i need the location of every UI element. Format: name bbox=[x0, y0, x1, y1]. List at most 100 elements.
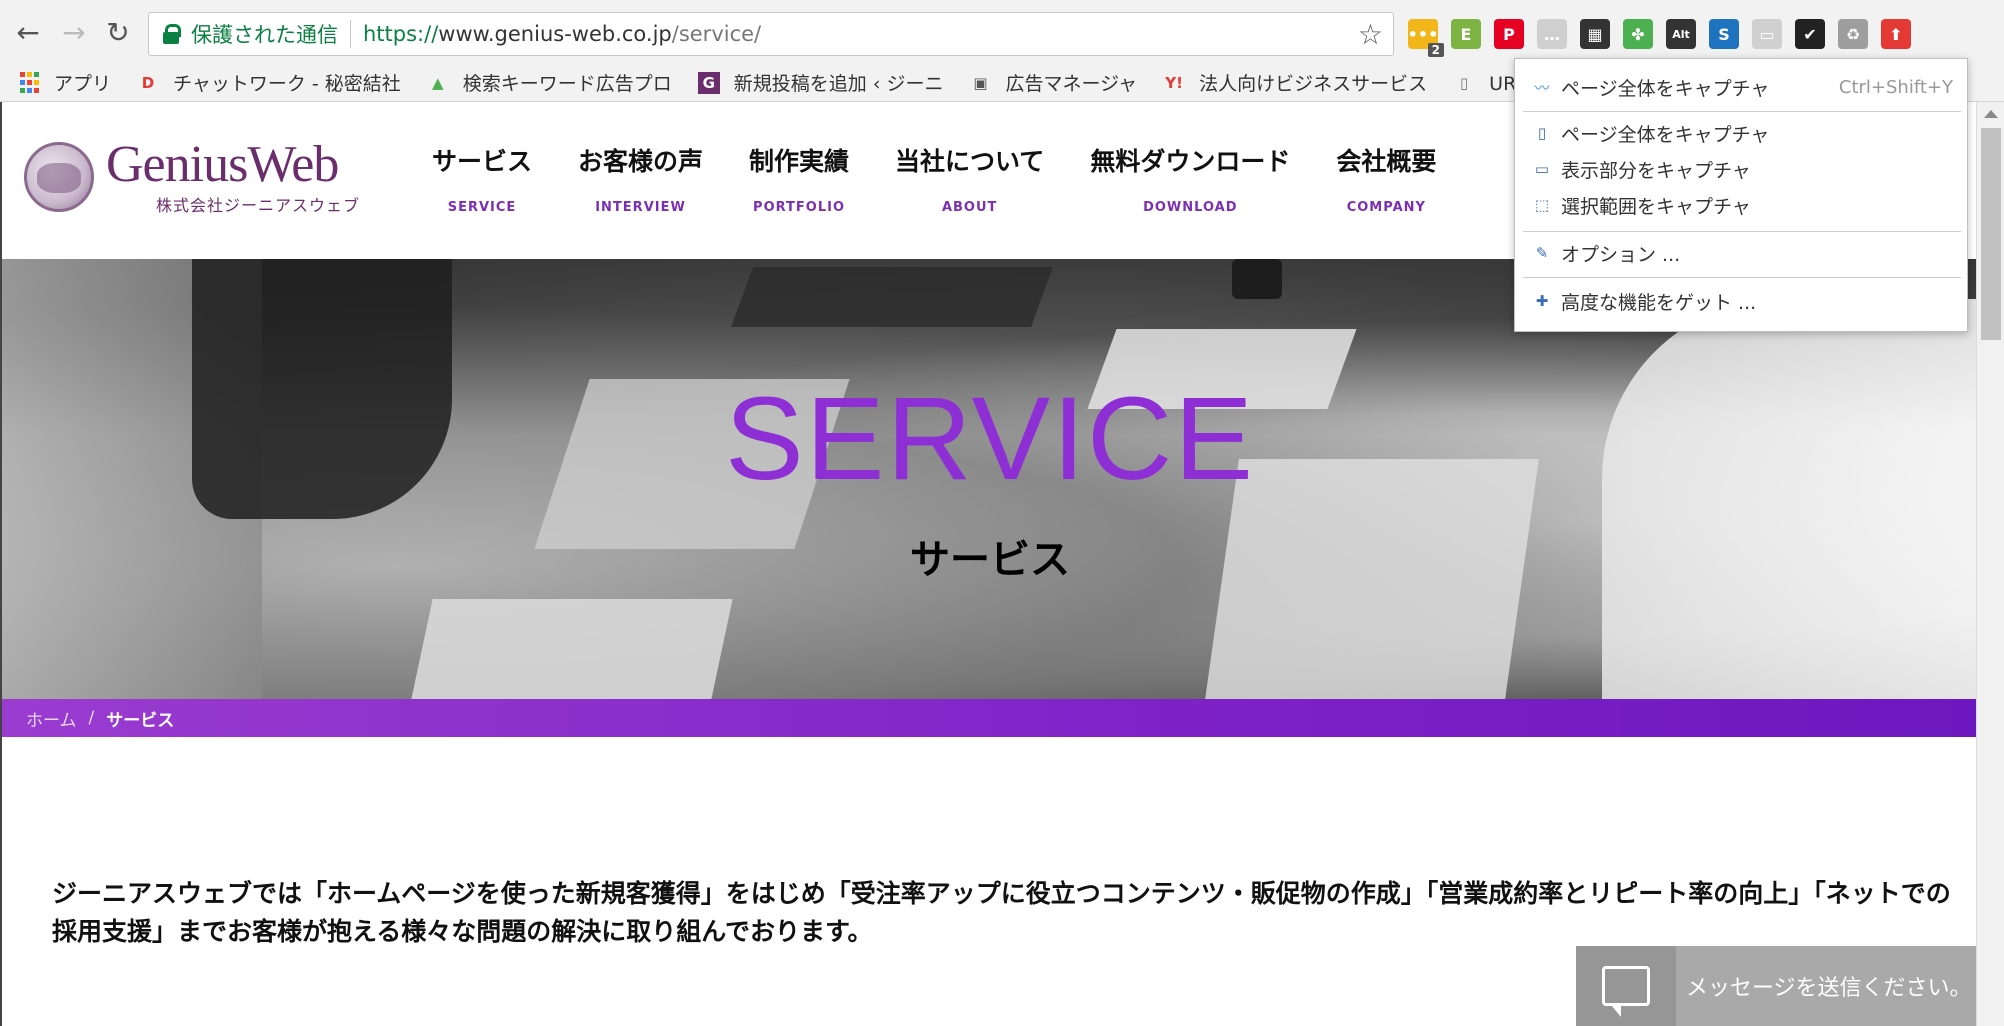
address-separator bbox=[350, 20, 351, 48]
nav-label-ja: 当社について bbox=[895, 147, 1045, 176]
ext-glyph: … bbox=[1544, 24, 1560, 44]
scroll-thumb[interactable] bbox=[1981, 128, 2001, 340]
menu-label: 表示部分をキャプチャ bbox=[1561, 159, 1751, 182]
ext-upload-icon[interactable]: ⬆ bbox=[1881, 19, 1911, 49]
hero-decor-person-right bbox=[1602, 299, 1976, 699]
nav-item-interview[interactable]: お客様の声 INTERVIEW bbox=[578, 142, 703, 215]
ads-icon: ▣ bbox=[973, 73, 988, 92]
ext-badge: 2 bbox=[1427, 43, 1444, 57]
ext-pinterest-icon[interactable]: P bbox=[1494, 19, 1524, 49]
g-icon: G bbox=[697, 71, 720, 94]
nav-item-download[interactable]: 無料ダウンロード DOWNLOAD bbox=[1090, 142, 1290, 215]
ext-glyph: ♻ bbox=[1845, 24, 1861, 44]
lock-icon bbox=[163, 24, 181, 44]
menu-separator bbox=[1523, 231, 1961, 232]
ext-qrcode-icon[interactable]: ▦ bbox=[1580, 19, 1610, 49]
ext-clover-icon[interactable]: ✤ bbox=[1623, 19, 1653, 49]
nav-item-company[interactable]: 会社概要 COMPANY bbox=[1336, 142, 1436, 215]
menu-label: ページ全体をキャプチャ bbox=[1561, 123, 1770, 146]
nav-item-service[interactable]: サービス SERVICE bbox=[432, 142, 532, 215]
ext-glyph: ⬆ bbox=[1889, 24, 1903, 44]
nav-label-en: INTERVIEW bbox=[595, 200, 686, 215]
menu-label: 高度な機能をゲット ... bbox=[1561, 291, 1757, 314]
chat-bubble-icon bbox=[1602, 966, 1650, 1017]
plus-icon: ✚ bbox=[1535, 292, 1549, 310]
menu-separator bbox=[1523, 111, 1961, 112]
url-scheme: https:// bbox=[363, 22, 439, 46]
nav-label-ja: 制作実績 bbox=[749, 147, 850, 176]
reload-button[interactable]: ↻ bbox=[100, 14, 136, 50]
menu-item-options[interactable]: ✎ オプション ... bbox=[1515, 235, 1967, 271]
ext-glyph: Alt bbox=[1672, 27, 1690, 41]
chat-label: メッセージを送信ください。 bbox=[1686, 976, 1972, 1001]
chat-widget[interactable]: メッセージを送信ください。 bbox=[1576, 946, 1976, 1026]
menu-separator bbox=[1523, 277, 1961, 278]
page-icon: ▯ bbox=[1537, 124, 1547, 142]
menu-item-capture-full[interactable]: ▯ ページ全体をキャプチャ bbox=[1515, 115, 1967, 151]
address-bar[interactable]: 保護された通信 https://www.genius-web.co.jp/ser… bbox=[148, 12, 1394, 56]
menu-label: 選択範囲をキャプチャ bbox=[1561, 195, 1751, 218]
ext-check-icon[interactable]: ✔ bbox=[1795, 19, 1825, 49]
ext-glyph: E bbox=[1460, 24, 1472, 44]
ext-recycle-icon[interactable]: ♻ bbox=[1838, 19, 1868, 49]
globe-logo-icon bbox=[24, 142, 94, 212]
forward-button[interactable]: → bbox=[56, 14, 92, 50]
menu-item-capture-full-shortcut[interactable]: 〰 ページ全体をキャプチャ Ctrl+Shift+Y bbox=[1515, 69, 1967, 105]
menu-shortcut: Ctrl+Shift+Y bbox=[1838, 76, 1953, 98]
bookmark-yahoo[interactable]: Y! 法人向けビジネスサービス bbox=[1163, 69, 1427, 96]
capture-menu: 〰 ページ全体をキャプチャ Ctrl+Shift+Y ▯ ページ全体をキャプチャ… bbox=[1514, 58, 1968, 332]
logo-subtitle: 株式会社ジーニアスウェブ bbox=[156, 196, 361, 215]
secure-label: 保護された通信 bbox=[191, 23, 338, 47]
ext-glyph: ✤ bbox=[1631, 24, 1645, 44]
site-logo[interactable]: GeniusWeb 株式会社ジーニアスウェブ bbox=[24, 138, 360, 216]
nav-label-en: ABOUT bbox=[941, 200, 998, 215]
nav-label-en: DOWNLOAD bbox=[1143, 200, 1238, 215]
bookmark-chatwork[interactable]: D チャットワーク - 秘密結社 bbox=[137, 69, 401, 96]
nav-label-en: SERVICE bbox=[447, 200, 517, 215]
ext-glyph: P bbox=[1503, 24, 1515, 44]
url-path: /service/ bbox=[671, 22, 762, 46]
hero-decor-speaker bbox=[1232, 259, 1282, 299]
bookmark-g[interactable]: G 新規投稿を追加 ‹ ジーニ bbox=[697, 69, 944, 96]
menu-item-capture-selection[interactable]: ⬚ 選択範囲をキャプチャ bbox=[1515, 187, 1967, 223]
ext-alt-icon[interactable]: Alt bbox=[1666, 19, 1696, 49]
menu-item-advanced[interactable]: ✚ 高度な機能をゲット ... bbox=[1515, 283, 1967, 319]
capture-logo-icon: 〰 bbox=[1534, 78, 1550, 97]
apps-grid-icon bbox=[18, 72, 40, 94]
visible-area-icon: ▭ bbox=[1534, 160, 1550, 178]
main-nav: サービス SERVICE お客様の声 INTERVIEW 制作実績 PORTFOLIO 当社… bbox=[432, 142, 1482, 215]
nav-item-about[interactable]: 当社について ABOUT bbox=[895, 142, 1044, 215]
bookmark-drive[interactable]: ▲ 検索キーワード広告プロ bbox=[427, 69, 672, 96]
ext-glyph: ✔ bbox=[1803, 24, 1817, 44]
bookmark-star-icon[interactable]: ☆ bbox=[1358, 18, 1383, 51]
back-button[interactable]: ← bbox=[10, 14, 46, 50]
ext-evernote-icon[interactable]: E bbox=[1451, 19, 1481, 49]
url-text[interactable]: https://www.genius-web.co.jp/service/ bbox=[363, 22, 761, 46]
bookmark-apps[interactable]: アプリ bbox=[18, 69, 111, 96]
ext-s-icon[interactable]: S bbox=[1709, 19, 1739, 49]
bookmark-ads[interactable]: ▣ 広告マネージャ bbox=[969, 69, 1137, 96]
nav-label-ja: 無料ダウンロード bbox=[1090, 147, 1291, 176]
page-scrollbar[interactable] bbox=[1976, 102, 2004, 1026]
breadcrumb-home[interactable]: ホーム bbox=[26, 706, 77, 731]
menu-item-capture-visible[interactable]: ▭ 表示部分をキャプチャ bbox=[1515, 151, 1967, 187]
nav-label-ja: サービス bbox=[432, 147, 533, 176]
ext-screen-icon[interactable]: ▭ bbox=[1752, 19, 1782, 49]
breadcrumb-current: サービス bbox=[106, 710, 175, 731]
tools-icon: ✎ bbox=[1535, 244, 1549, 262]
hero-subtitle: サービス bbox=[910, 537, 1070, 583]
scroll-up-arrow-icon[interactable] bbox=[1984, 110, 1998, 118]
bookmark-label: アプリ bbox=[54, 73, 112, 95]
yahoo-icon: Y! bbox=[1165, 73, 1183, 92]
ext-chat-icon[interactable]: … bbox=[1537, 19, 1567, 49]
ext-notes-icon[interactable]: ••• 2 bbox=[1407, 19, 1444, 57]
hero-decor-keyboard bbox=[731, 267, 1053, 327]
nav-label-ja: 会社概要 bbox=[1336, 147, 1437, 176]
selection-icon: ⬚ bbox=[1534, 196, 1550, 214]
ext-glyph: ••• bbox=[1407, 24, 1439, 44]
bookmark-label: チャットワーク - 秘密結社 bbox=[173, 73, 401, 95]
bookmark-label: 新規投稿を追加 ‹ ジーニ bbox=[733, 73, 944, 95]
hero-decor-laptop-left bbox=[411, 599, 733, 699]
nav-item-portfolio[interactable]: 制作実績 PORTFOLIO bbox=[749, 142, 849, 215]
ext-glyph: ▦ bbox=[1587, 24, 1603, 44]
